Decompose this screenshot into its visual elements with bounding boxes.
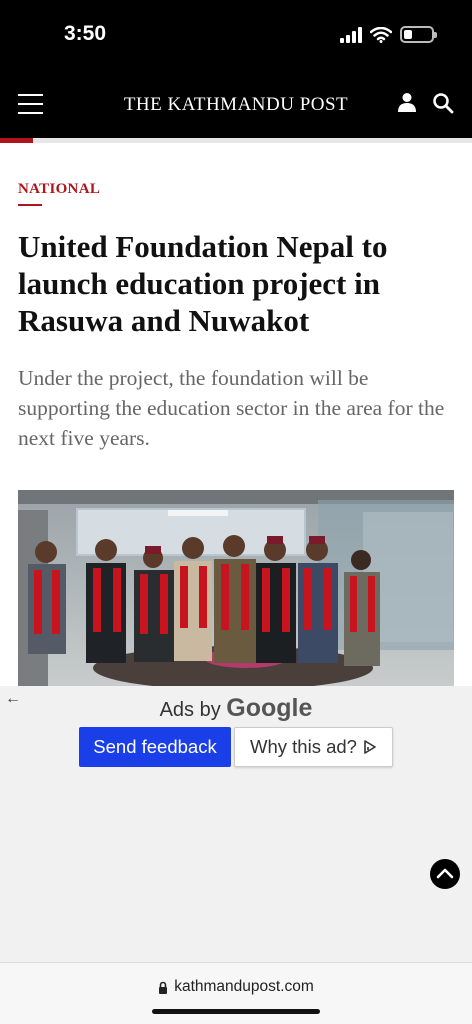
- article-summary: Under the project, the foundation will b…: [18, 366, 445, 450]
- url-text: kathmandupost.com: [174, 978, 314, 995]
- ads-by-google: Ads by Google: [0, 694, 472, 723]
- wifi-icon: [370, 26, 392, 43]
- site-header: THE KATHMANDU POST: [0, 70, 472, 138]
- browser-url-bar: kathmandupost.com: [0, 962, 472, 1024]
- status-bar: 3:50: [0, 0, 472, 70]
- article-category[interactable]: NATIONAL: [18, 181, 100, 198]
- chevron-up-icon: [436, 868, 454, 879]
- cellular-signal-icon: [340, 26, 362, 43]
- battery-icon: [400, 26, 437, 43]
- category-underline: [18, 204, 42, 206]
- ads-by-label: Ads by: [159, 699, 221, 721]
- send-feedback-button[interactable]: Send feedback: [79, 727, 231, 767]
- article-photo: [18, 490, 454, 686]
- ad-panel: ← Ads by Google Send feedback Why this a…: [0, 686, 472, 962]
- google-wordmark: Google: [226, 694, 313, 722]
- adchoices-icon: [364, 740, 376, 754]
- status-time: 3:50: [64, 22, 107, 45]
- lock-icon: [159, 981, 168, 994]
- why-this-ad-label: Why this ad?: [250, 736, 357, 757]
- reading-progress-bar: [0, 138, 472, 143]
- user-icon[interactable]: [398, 92, 416, 112]
- status-icons: [340, 26, 437, 43]
- scroll-to-top-button[interactable]: [430, 859, 460, 889]
- why-this-ad-button[interactable]: Why this ad?: [234, 727, 393, 767]
- home-indicator[interactable]: [152, 1009, 320, 1014]
- address-field[interactable]: kathmandupost.com: [0, 978, 472, 996]
- article-headline: United Foundation Nepal to launch educat…: [18, 229, 388, 338]
- search-icon[interactable]: [432, 92, 454, 114]
- reading-progress-fill: [0, 138, 34, 143]
